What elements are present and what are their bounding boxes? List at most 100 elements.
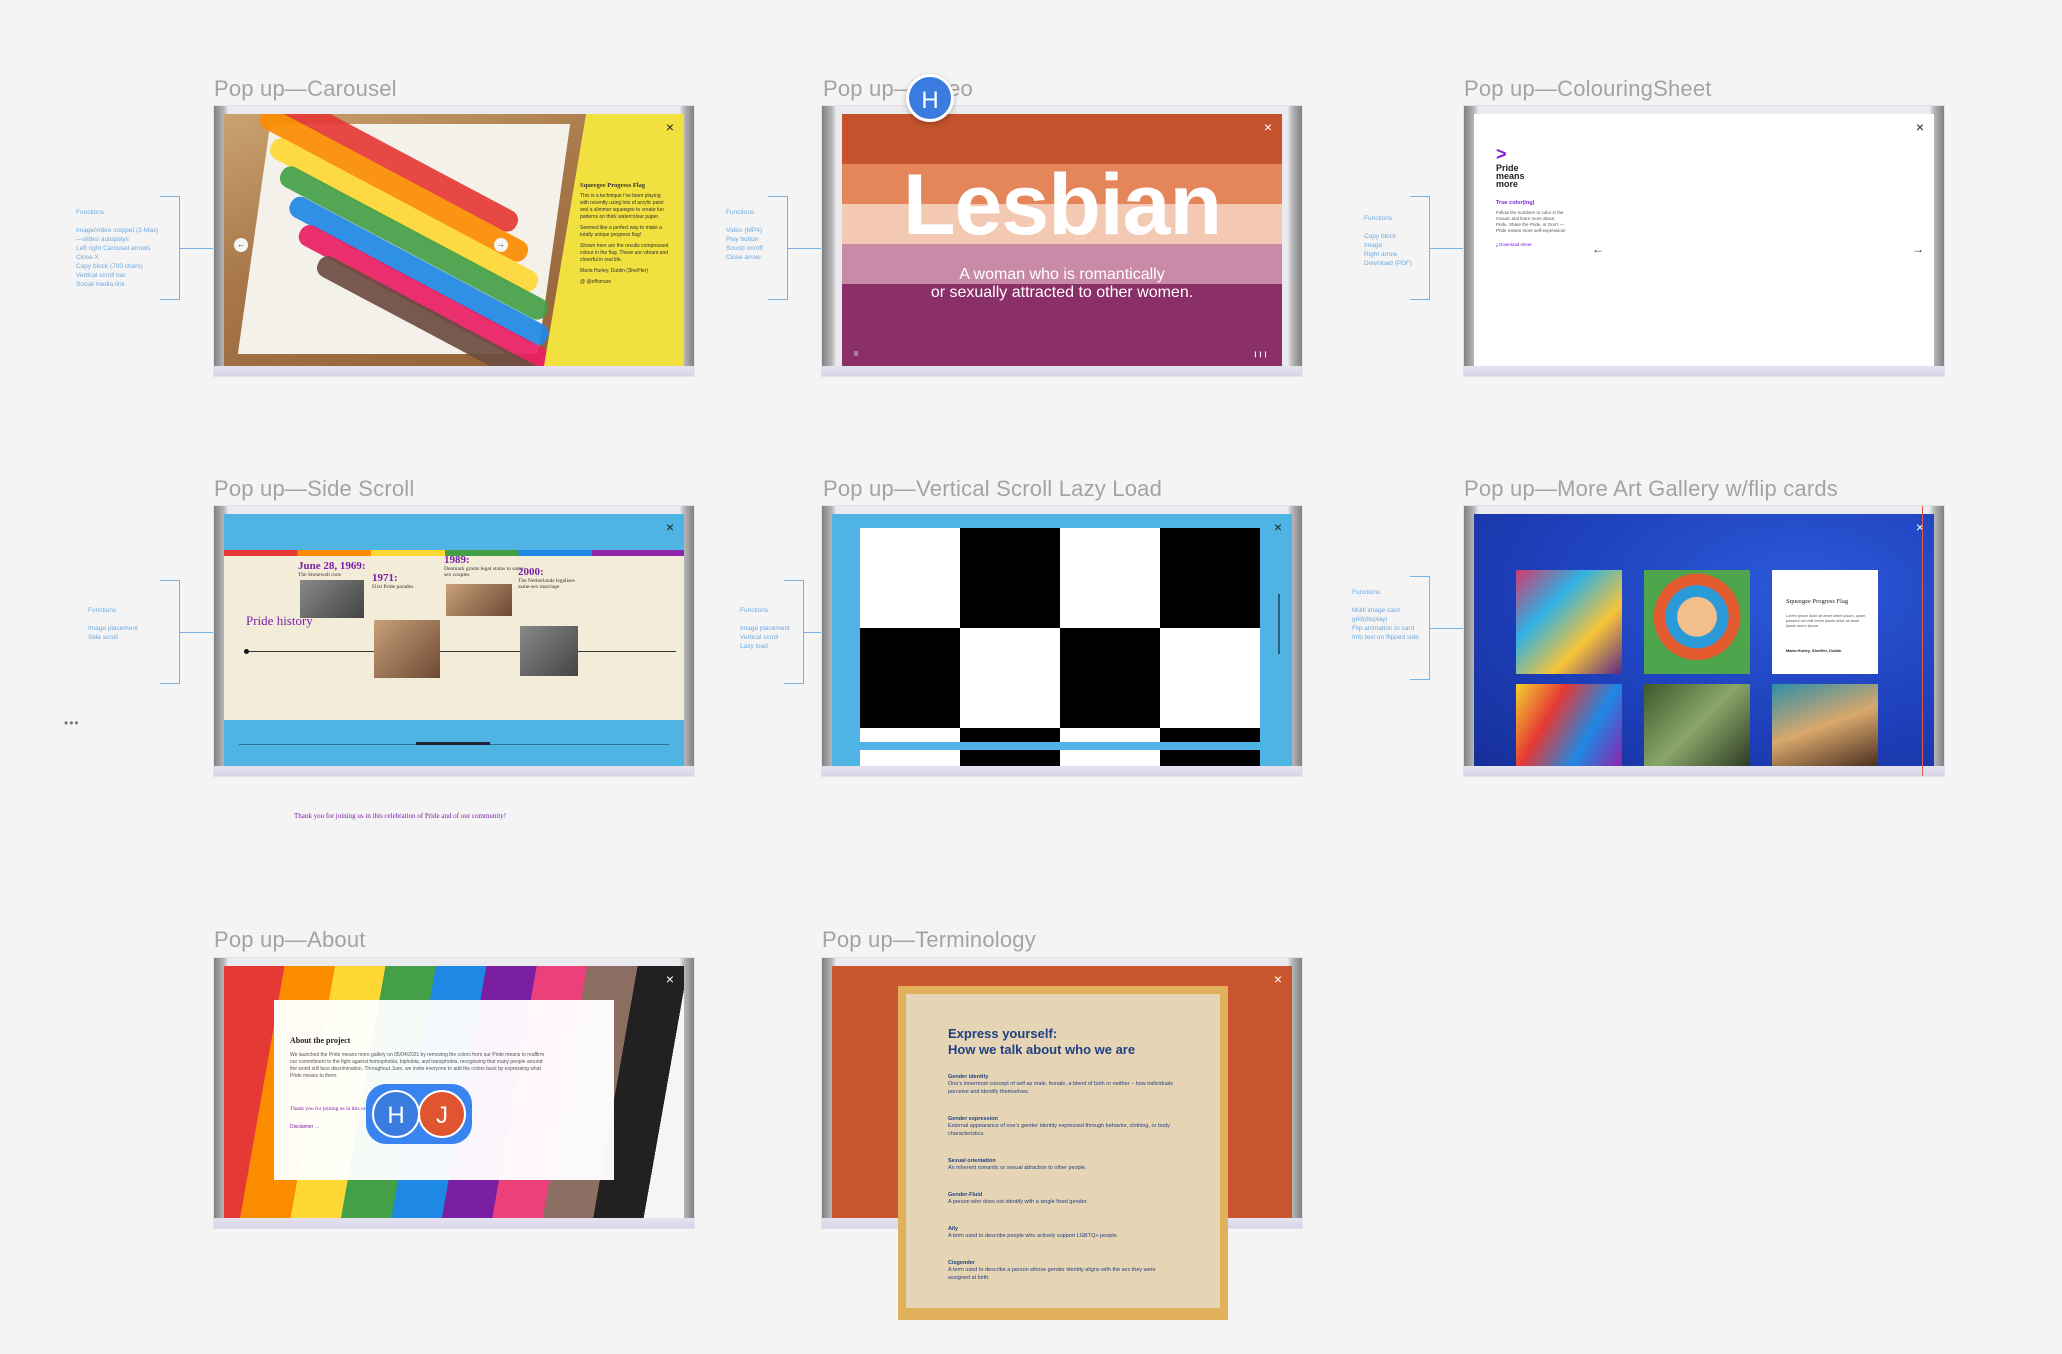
collaborator-avatar[interactable]: H [906, 74, 954, 122]
download-label: Download sheet [1499, 242, 1532, 247]
frame-carousel[interactable]: Squeegee Progress Flag This is a techniq… [214, 106, 694, 376]
timeline-axis [246, 651, 676, 652]
annotation-video: Functions Video (MP4) Play button Sound on… [726, 208, 763, 262]
term-definition: One’s innermost concept of self as male,… [948, 1081, 1173, 1095]
carousel-next-arrow-icon[interactable]: → [494, 238, 508, 252]
close-icon[interactable]: × [1264, 120, 1272, 134]
download-link[interactable]: ⤓ Download sheet [1496, 242, 1532, 247]
side-scroll-modal: Pride history June 28, 1969: The Stonewa… [224, 514, 684, 766]
frame-bottom-band [822, 366, 1302, 376]
art-card[interactable] [1516, 684, 1622, 766]
side-scrollbar-thumb[interactable] [416, 742, 490, 745]
frame-label-gallery[interactable]: Pop up—More Art Gallery w/flip cards [1464, 476, 1838, 502]
carousel-prev-arrow-icon[interactable]: ← [234, 238, 248, 252]
frame-label-colouring[interactable]: Pop up—ColouringSheet [1464, 76, 1712, 102]
annotation-line: Image/video snippet (3-Max) [76, 227, 159, 234]
annotation-line: Left right Carousel arrows [76, 245, 151, 252]
frame-gallery[interactable]: Squeegee Progress Flag Lorem ipsum dolor… [1464, 506, 1944, 776]
art-card-author: Maria Hurley, She/Her, Dublin [1786, 648, 1842, 653]
close-icon[interactable]: × [666, 520, 674, 534]
terminology-card: Express yourself: How we talk about who … [898, 986, 1228, 1320]
timeline-photo [300, 580, 364, 618]
annotation-title: Functions [740, 607, 769, 614]
annotation-title: Functions [726, 209, 755, 216]
frame-vertical-scroll[interactable]: × [822, 506, 1302, 776]
frame-bottom-band [214, 1218, 694, 1228]
disclaimer-link[interactable]: Disclaimer → [290, 1124, 320, 1130]
close-icon[interactable]: × [666, 120, 674, 134]
term-definition: A term used to describe a person whose g… [948, 1267, 1156, 1281]
about-body: We launched the Pride means more gallery… [290, 1052, 545, 1079]
collaborator-avatar[interactable]: J [418, 1090, 466, 1138]
annotation-vertical-scroll: Functions Image placement Vertical scroll… [740, 606, 790, 651]
frame-video[interactable]: Lesbian A woman who is romantically or s… [822, 106, 1302, 376]
term-definition: An inherent romantic or sexual attractio… [948, 1165, 1087, 1171]
frame-label-vertical-scroll[interactable]: Pop up—Vertical Scroll Lazy Load [823, 476, 1162, 502]
terminology-title-line: Express yourself: [948, 1026, 1058, 1041]
more-dots-icon[interactable]: ••• [64, 716, 80, 730]
annotation-line: Download (PDF) [1364, 260, 1413, 267]
annotation-line: Copy block [1364, 233, 1397, 240]
annotation-line: Image [1364, 242, 1383, 249]
side-scroll-footer: Thank you for joining us in this celebra… [294, 812, 507, 820]
frame-bottom-band [1464, 766, 1944, 776]
timeline-year: 1989: [444, 554, 470, 566]
annotation-line: Side scroll [88, 634, 118, 641]
annotation-lines: Copy block Image Right arrow Download (PDF) [1364, 232, 1412, 268]
frame-colouring[interactable]: > Pride means more True color(ing) Follo… [1464, 106, 1944, 376]
pause-icon[interactable]: II [854, 351, 858, 358]
annotation-line: —slides autoplays [76, 236, 129, 243]
annotation-line: Sound on/off [726, 245, 763, 252]
carousel-copy-body: Seemed like a perfect way to make a tota… [580, 225, 662, 238]
art-card-flipped[interactable]: Squeegee Progress Flag Lorem ipsum dolor… [1772, 570, 1878, 674]
placeholder-tile [960, 528, 1060, 628]
frame-label-terminology[interactable]: Pop up—Terminology [822, 927, 1036, 953]
close-icon[interactable]: × [1274, 520, 1282, 534]
colouring-modal: > Pride means more True color(ing) Follo… [1474, 114, 1934, 366]
vertical-scroll-modal: × [832, 514, 1292, 766]
art-card-title: Squeegee Progress Flag [1786, 598, 1849, 605]
annotation-line: Lazy load [740, 643, 768, 650]
lazy-load-placeholder-grid [860, 528, 1260, 766]
annotation-connector [788, 248, 822, 249]
annotation-lines: Image placement Side scroll [88, 624, 138, 642]
sound-icon[interactable]: ❙❙❙ [1253, 351, 1268, 358]
video-subtitle: A woman who is romantically [959, 266, 1165, 283]
divider-stripe [860, 742, 1260, 750]
annotation-carousel: Functions Image/video snippet (3-Max) —sl… [76, 208, 158, 289]
close-icon[interactable]: × [666, 972, 674, 986]
term-definition: A term used to describe people who activ… [948, 1233, 1119, 1239]
frame-side-scroll[interactable]: Pride history June 28, 1969: The Stonewa… [214, 506, 694, 776]
prev-arrow-icon[interactable]: ← [1592, 242, 1604, 256]
colouring-subtitle: True color(ing) [1496, 200, 1535, 206]
collaborator-avatar[interactable]: H [372, 1090, 420, 1138]
timeline-year: 1971: [372, 572, 398, 584]
annotation-line: Right arrow [1364, 251, 1398, 258]
annotation-lines: Video (MP4) Play button Sound on/off Close … [726, 226, 763, 262]
art-card[interactable] [1644, 570, 1750, 674]
term: Gender expression [948, 1116, 998, 1122]
term-definition: External appearance of one’s gender iden… [948, 1123, 1170, 1137]
brand-name: Pride means more [1496, 163, 1525, 189]
annotation-line: Play button [726, 236, 759, 243]
annotation-line: Image placement [88, 625, 138, 632]
art-card[interactable] [1516, 570, 1622, 674]
frame-label-about[interactable]: Pop up—About [214, 927, 366, 953]
frame-label-carousel[interactable]: Pop up—Carousel [214, 76, 397, 102]
vertical-scrollbar[interactable] [1278, 594, 1280, 654]
annotation-lines: Image placement Vertical scroll Lazy load [740, 624, 790, 651]
annotation-line: Image placement [740, 625, 790, 632]
next-arrow-icon[interactable]: → [1912, 242, 1924, 256]
annotation-bracket [160, 196, 180, 300]
annotation-line: Copy block (700 chars) [76, 263, 143, 270]
art-card-body: Lorem ipsum dolor sit amet lorem ipsum, … [1786, 614, 1866, 628]
social-media-link[interactable]: @ @effomare [580, 279, 670, 286]
art-card[interactable] [1644, 684, 1750, 766]
timeline-caption: First Pride parades [372, 584, 414, 590]
art-card[interactable] [1772, 684, 1878, 766]
timeline-year: 2000: [518, 566, 544, 578]
close-icon[interactable]: × [1274, 972, 1282, 986]
annotation-colouring: Functions Copy block Image Right arrow Down… [1364, 214, 1412, 268]
frame-label-side-scroll[interactable]: Pop up—Side Scroll [214, 476, 414, 502]
close-icon[interactable]: × [1916, 120, 1924, 134]
